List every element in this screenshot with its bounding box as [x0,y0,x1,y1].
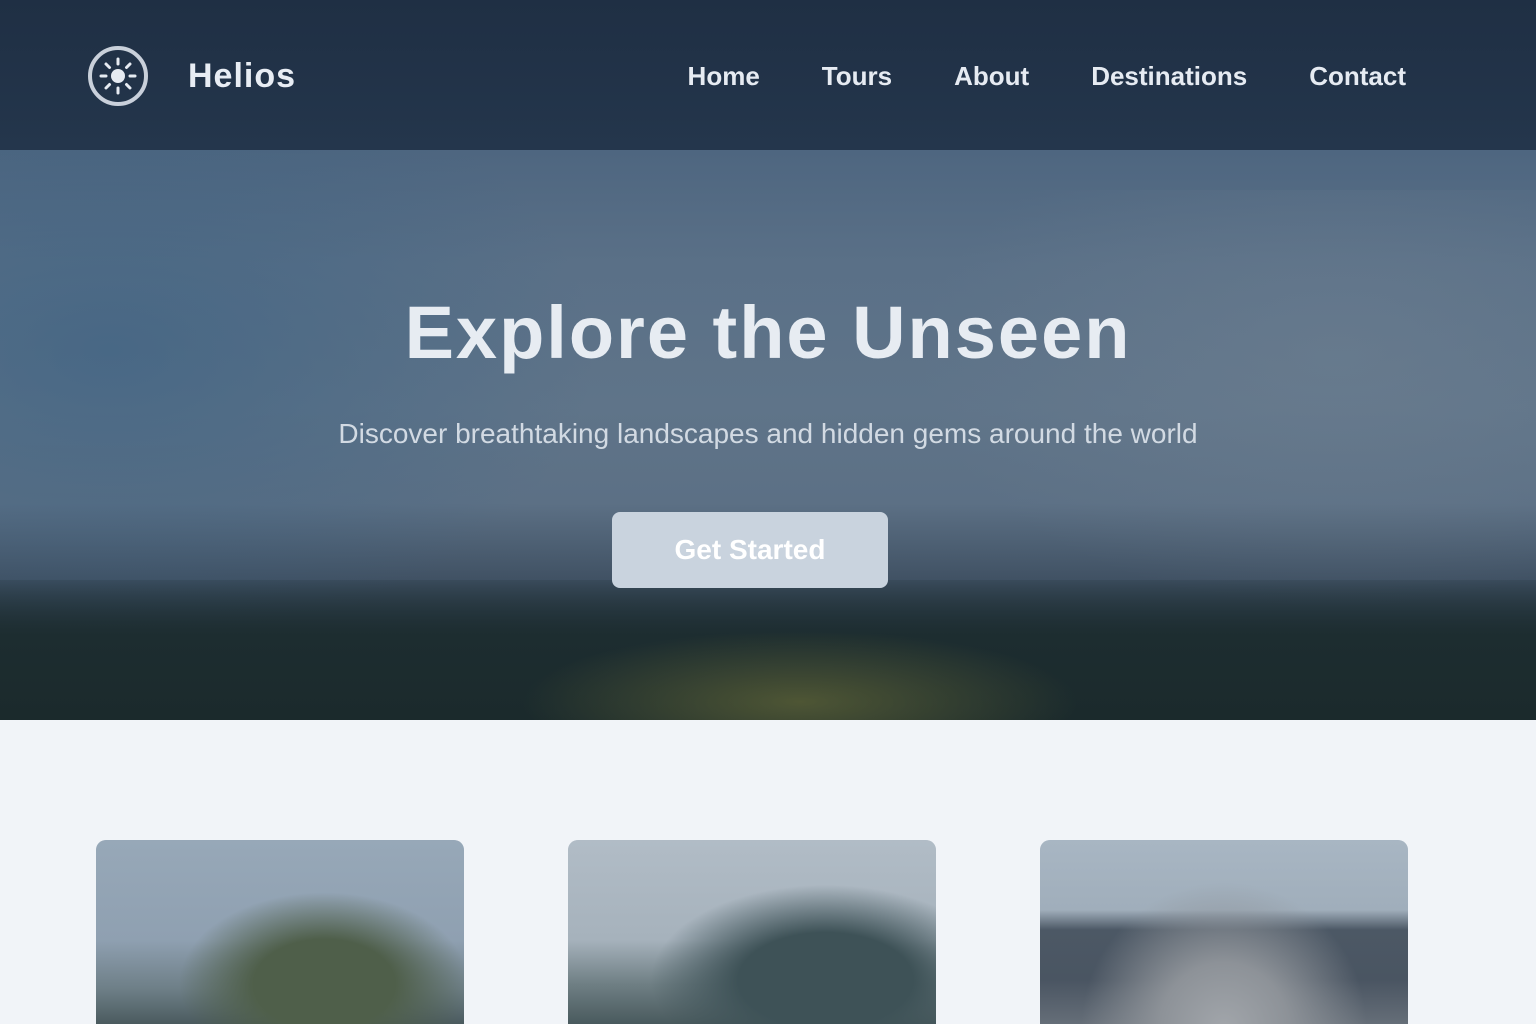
site-header: Helios Home Tours About Destinations Con… [0,0,1536,150]
brand[interactable]: Helios [88,44,296,108]
nav-link-about[interactable]: About [954,61,1029,92]
destination-card[interactable] [568,840,936,1024]
hero-sky-haze [916,190,1536,610]
get-started-button[interactable]: Get Started [612,512,888,588]
hero-field [520,630,1080,720]
coastal-landscape-image [1040,840,1408,1024]
main-nav: Home Tours About Destinations Contact [688,50,1406,102]
hero-sky-highlight [0,150,600,650]
hero-title: Explore the Unseen [404,291,1132,374]
destination-card[interactable] [96,840,464,1024]
nav-link-home[interactable]: Home [688,61,760,92]
destination-card[interactable] [1040,840,1408,1024]
destination-cards [0,720,1536,1024]
nav-link-contact[interactable]: Contact [1309,61,1406,92]
hero-subtitle: Discover breathtaking landscapes and hid… [338,418,1198,449]
brand-name: Helios [188,56,297,95]
sun-icon [88,46,148,106]
nav-link-tours[interactable]: Tours [822,61,892,92]
nav-link-destinations[interactable]: Destinations [1091,61,1247,92]
forest-landscape-image [96,840,464,1024]
hero-section: Explore the Unseen Discover breathtaking… [0,150,1536,720]
hills-landscape-image [568,840,936,1024]
